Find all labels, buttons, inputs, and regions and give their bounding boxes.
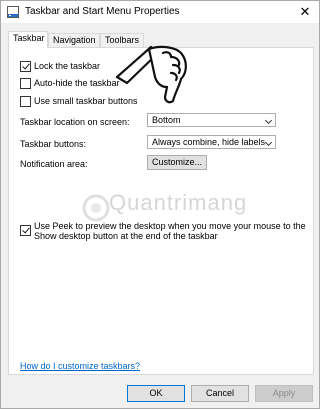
lock-taskbar-option[interactable]: Lock the taskbar	[20, 60, 100, 72]
properties-dialog: Taskbar and Start Menu Properties ✕ Task…	[0, 0, 320, 409]
peek-checkbox[interactable]	[20, 225, 31, 236]
help-link[interactable]: How do I customize taskbars?	[20, 361, 140, 371]
thumbs-down-hand-icon	[115, 45, 187, 104]
small-buttons-checkbox[interactable]	[20, 95, 31, 107]
peek-option[interactable]: Use Peek to preview the desktop when you…	[20, 221, 310, 241]
taskbar-location-value: Bottom	[152, 115, 181, 125]
cancel-button[interactable]: Cancel	[191, 385, 249, 402]
notification-area-label: Notification area:	[20, 159, 88, 169]
taskbar-app-icon	[7, 6, 19, 18]
window-title: Taskbar and Start Menu Properties	[25, 6, 180, 17]
watermark-logo	[81, 193, 111, 223]
peek-label: Use Peek to preview the desktop when you…	[34, 221, 306, 241]
watermark-text: Quantrimang	[109, 190, 248, 215]
tab-taskbar[interactable]: Taskbar	[8, 31, 48, 48]
taskbar-buttons-select[interactable]: Always combine, hide labels	[147, 135, 276, 149]
customize-button[interactable]: Customize...	[147, 155, 207, 170]
lock-taskbar-checkbox[interactable]	[20, 60, 31, 72]
apply-button[interactable]: Apply	[255, 385, 313, 402]
close-icon[interactable]: ✕	[297, 4, 313, 20]
chevron-down-icon	[264, 138, 273, 147]
title-bar[interactable]: Taskbar and Start Menu Properties ✕	[1, 1, 319, 23]
taskbar-buttons-value: Always combine, hide labels	[152, 137, 266, 147]
taskbar-buttons-label: Taskbar buttons:	[20, 139, 87, 149]
auto-hide-checkbox[interactable]	[20, 77, 31, 89]
taskbar-location-label: Taskbar location on screen:	[20, 117, 130, 127]
chevron-down-icon	[264, 116, 273, 125]
auto-hide-label: Auto-hide the taskbar	[34, 78, 120, 88]
ok-button[interactable]: OK	[127, 385, 185, 402]
lock-taskbar-label: Lock the taskbar	[34, 61, 101, 71]
auto-hide-option[interactable]: Auto-hide the taskbar	[20, 77, 120, 89]
tab-navigation[interactable]: Navigation	[48, 33, 100, 47]
taskbar-location-select[interactable]: Bottom	[147, 113, 276, 127]
